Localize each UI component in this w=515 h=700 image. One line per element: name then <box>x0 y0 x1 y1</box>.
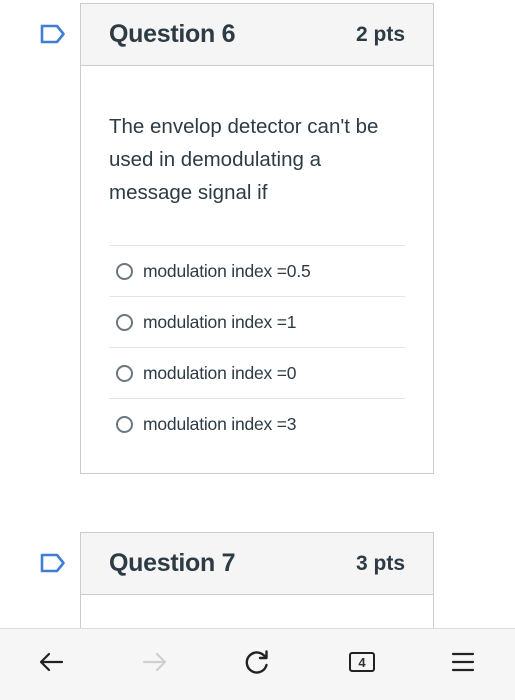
quiz-page: Question 6 2 pts The envelop detector ca… <box>0 0 515 700</box>
answer-option[interactable]: modulation index =1 <box>109 297 405 348</box>
forward-button[interactable] <box>138 645 172 679</box>
radio-button[interactable] <box>116 262 133 280</box>
hamburger-menu-icon <box>451 652 475 672</box>
radio-button[interactable] <box>116 416 133 433</box>
question-text: The envelop detector can't be used in de… <box>109 115 379 204</box>
question-card: Question 6 2 pts The envelop detector ca… <box>80 3 434 474</box>
question-body: The envelop detector can't be used in de… <box>81 66 433 450</box>
tab-count: 4 <box>358 654 366 670</box>
answer-option[interactable]: modulation index =0.5 <box>109 246 405 297</box>
arrow-left-icon <box>39 652 64 672</box>
arrow-right-icon <box>142 652 167 672</box>
question-title: Question 6 <box>109 20 236 48</box>
flag-question-icon[interactable] <box>40 24 66 44</box>
browser-toolbar: 4 <box>0 628 515 700</box>
answer-option[interactable]: modulation index =0 <box>109 348 405 399</box>
reload-icon <box>245 650 268 674</box>
reload-button[interactable] <box>240 645 274 679</box>
tabs-button[interactable]: 4 <box>345 645 379 679</box>
question-points: 3 pts <box>355 551 405 575</box>
answer-list: modulation index =0.5 modulation index =… <box>109 245 405 450</box>
question-header: Question 7 3 pts <box>81 533 433 595</box>
answer-label[interactable]: modulation index =1 <box>143 312 297 333</box>
flag-question-icon[interactable] <box>40 553 66 573</box>
answer-label[interactable]: modulation index =0 <box>143 363 297 384</box>
radio-button[interactable] <box>116 364 133 382</box>
answer-option[interactable]: modulation index =3 <box>109 399 405 450</box>
answer-label[interactable]: modulation index =3 <box>143 414 297 435</box>
answer-label[interactable]: modulation index =0.5 <box>143 261 311 282</box>
menu-button[interactable] <box>446 645 480 679</box>
question-points: 2 pts <box>355 22 405 46</box>
radio-button[interactable] <box>116 313 133 331</box>
question-header: Question 6 2 pts <box>81 4 433 66</box>
back-button[interactable] <box>34 645 68 679</box>
question-title: Question 7 <box>109 549 236 577</box>
